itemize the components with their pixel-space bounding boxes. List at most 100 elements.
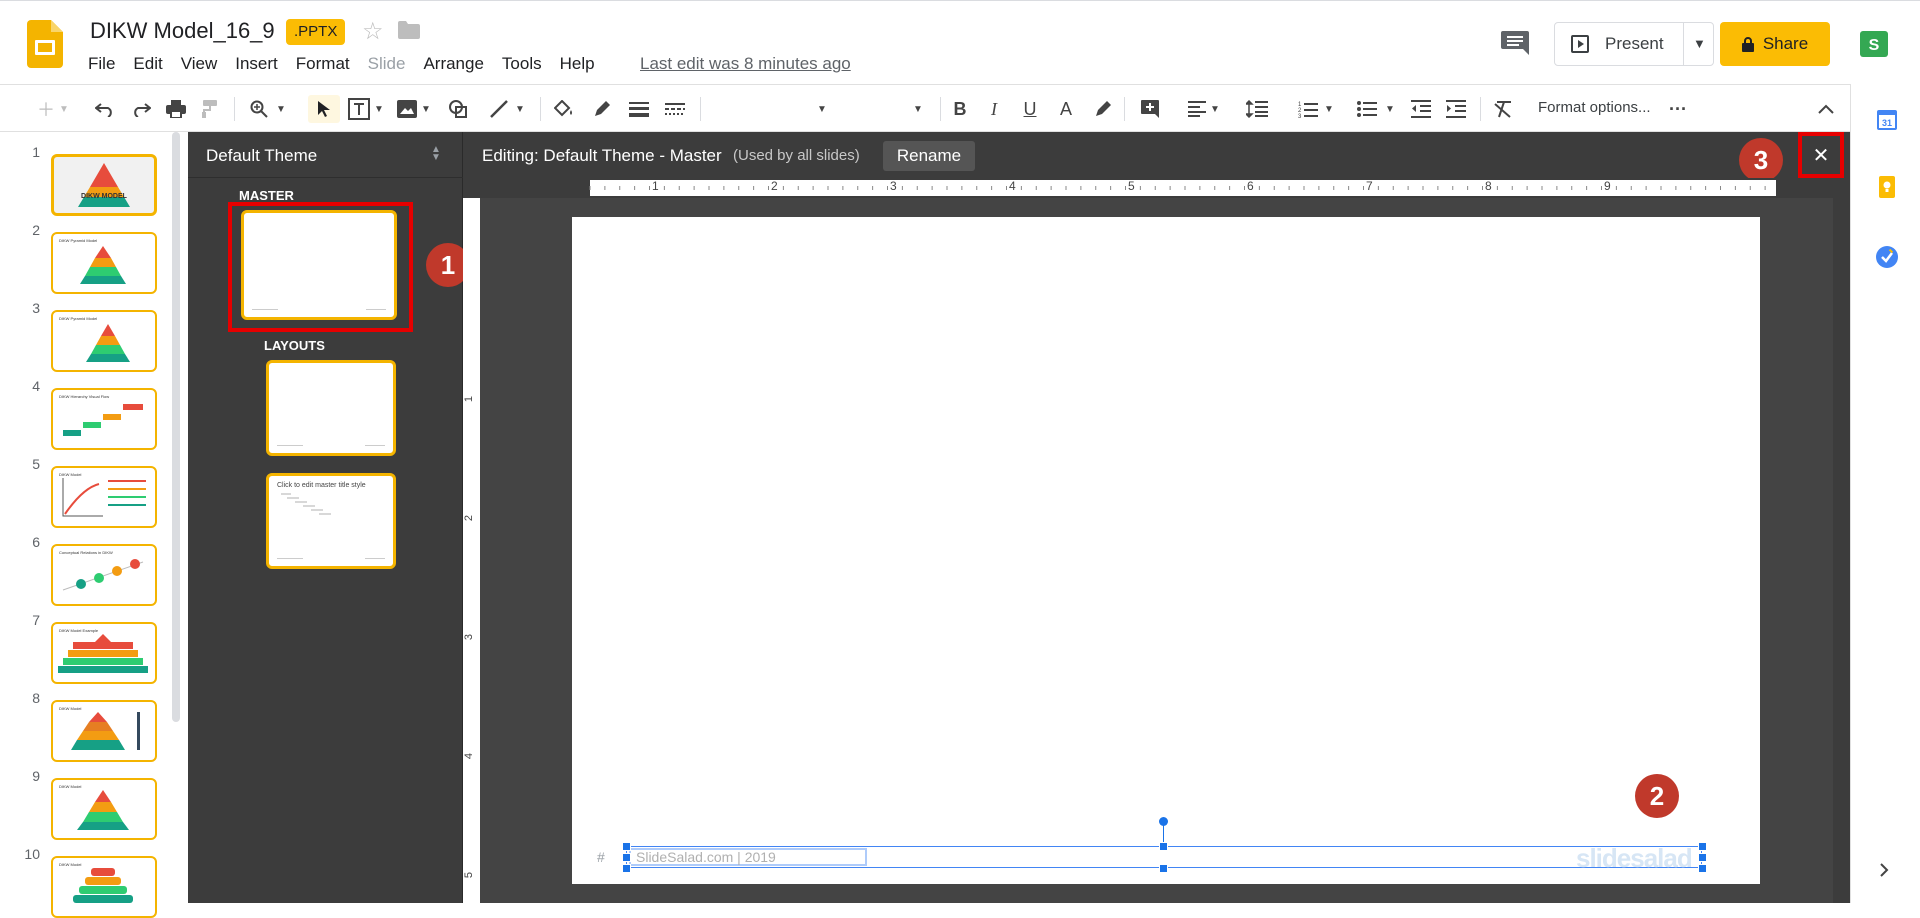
present-button[interactable]: Present — [1555, 23, 1683, 65]
document-title[interactable]: DIKW Model_16_9 — [90, 18, 275, 44]
comments-icon[interactable] — [1500, 29, 1530, 57]
rotate-handle[interactable] — [1159, 817, 1168, 826]
rename-button[interactable]: Rename — [883, 141, 975, 171]
slide-number-placeholder[interactable]: # — [597, 849, 605, 865]
present-dropdown-icon[interactable]: ▼ — [1693, 36, 1706, 51]
italic-icon[interactable]: I — [982, 95, 1006, 123]
slide-thumbnail[interactable]: DIKW Hierarchy Visual Flow — [51, 388, 157, 450]
resize-handle[interactable] — [622, 842, 631, 851]
expand-panel-icon[interactable] — [1879, 862, 1889, 878]
resize-handle[interactable] — [622, 853, 631, 862]
decrease-indent-icon[interactable] — [1408, 95, 1434, 123]
font-size-dropdown-icon[interactable]: ▼ — [908, 95, 928, 123]
menu-edit[interactable]: Edit — [133, 54, 162, 74]
zoom-icon[interactable]: ▼ — [245, 95, 291, 123]
bulleted-list-icon[interactable]: ▼ — [1353, 95, 1399, 123]
resize-handle[interactable] — [622, 864, 631, 873]
format-options-button[interactable]: Format options... — [1538, 99, 1651, 116]
print-icon[interactable] — [163, 95, 189, 123]
new-slide-button[interactable]: ＋ ▼ — [34, 95, 72, 123]
resize-handle[interactable] — [1159, 864, 1168, 873]
slide-item[interactable]: 10 DIKW Model — [0, 846, 188, 918]
menu-slide[interactable]: Slide — [368, 54, 406, 74]
bold-icon[interactable]: B — [948, 95, 972, 123]
star-icon[interactable]: ☆ — [362, 17, 384, 46]
shape-icon[interactable] — [444, 95, 472, 123]
border-dash-icon[interactable] — [662, 95, 688, 123]
paint-format-icon[interactable] — [197, 95, 223, 123]
redo-icon[interactable] — [128, 95, 154, 123]
footer-text-placeholder[interactable]: SlideSalad.com | 2019 — [629, 848, 867, 866]
horizontal-ruler[interactable]: 1 2 3 4 5 6 7 8 9 — [480, 178, 1833, 198]
share-button[interactable]: Share — [1720, 22, 1830, 66]
collapse-toolbar-icon[interactable] — [1812, 95, 1840, 123]
resize-handle[interactable] — [1698, 842, 1707, 851]
calendar-icon[interactable]: 31 — [1877, 108, 1897, 130]
layout-thumbnail[interactable] — [266, 360, 396, 456]
text-color-icon[interactable]: A — [1054, 95, 1078, 123]
menu-view[interactable]: View — [181, 54, 218, 74]
filmstrip-scrollbar[interactable] — [172, 132, 180, 722]
insert-comment-icon[interactable] — [1137, 95, 1163, 123]
select-tool-icon[interactable] — [308, 95, 340, 123]
slide-item[interactable]: 9 DIKW Model — [0, 768, 188, 840]
undo-icon[interactable] — [92, 95, 118, 123]
slide-thumbnail[interactable]: Conceptual Relations in DIKW — [51, 544, 157, 606]
slides-logo-icon[interactable] — [27, 20, 63, 68]
underline-icon[interactable]: U — [1018, 95, 1042, 123]
line-icon[interactable]: ▼ — [484, 95, 530, 123]
resize-handle[interactable] — [1698, 853, 1707, 862]
align-icon[interactable]: ▼ — [1184, 95, 1224, 123]
slide-thumbnail[interactable]: DIKW Model — [51, 856, 157, 918]
numbered-list-icon[interactable]: 123 ▼ — [1294, 95, 1338, 123]
slide-item[interactable]: 6 Conceptual Relations in DIKW — [0, 534, 188, 606]
slide-number: 1 — [32, 144, 40, 160]
master-slide-canvas[interactable]: # SlideSalad.com | 2019 slidesalad 2 — [572, 217, 1760, 884]
tasks-icon[interactable] — [1876, 246, 1898, 268]
menu-tools[interactable]: Tools — [502, 54, 542, 74]
slide-thumbnail[interactable]: DIKW Pyramid Model — [51, 310, 157, 372]
menu-help[interactable]: Help — [560, 54, 595, 74]
slide-thumbnail[interactable]: DIKW Model — [51, 700, 157, 762]
resize-handle[interactable] — [1698, 864, 1707, 873]
slide-item[interactable]: 8 DIKW Model — [0, 690, 188, 762]
border-color-icon[interactable] — [589, 95, 615, 123]
font-dropdown-icon[interactable]: ▼ — [812, 95, 832, 123]
slide-thumbnail[interactable]: DIKW Pyramid Model — [51, 232, 157, 294]
line-spacing-icon[interactable] — [1243, 95, 1271, 123]
slide-thumbnail[interactable]: DIKW Model Example — [51, 622, 157, 684]
theme-selector[interactable]: Default Theme ▲ ▼ — [188, 132, 463, 178]
slide-item[interactable]: 1 DIKW MODEL — [0, 144, 188, 216]
slide-item[interactable]: 7 DIKW Model Example — [0, 612, 188, 684]
slide-item[interactable]: 4 DIKW Hierarchy Visual Flow — [0, 378, 188, 450]
slide-thumbnail[interactable]: DIKW MODEL — [51, 154, 157, 216]
slide-item[interactable]: 2 DIKW Pyramid Model — [0, 222, 188, 294]
slide-thumbnail[interactable]: DIKW Model — [51, 466, 157, 528]
slide-item[interactable]: 3 DIKW Pyramid Model — [0, 300, 188, 372]
slide-thumbnail[interactable]: DIKW Model — [51, 778, 157, 840]
keep-icon[interactable] — [1879, 176, 1895, 198]
fill-color-icon[interactable] — [551, 95, 577, 123]
image-icon[interactable]: ▼ — [394, 95, 434, 123]
menu-insert[interactable]: Insert — [235, 54, 278, 74]
close-master-button[interactable]: ✕ — [1798, 132, 1844, 178]
highlight-color-icon[interactable] — [1090, 95, 1116, 123]
more-options-icon[interactable]: ··· — [1664, 95, 1692, 123]
folder-icon[interactable] — [398, 21, 420, 39]
slide-item[interactable]: 5 DIKW Model — [0, 456, 188, 528]
master-thumbnail[interactable] — [241, 210, 397, 320]
menu-file[interactable]: File — [88, 54, 115, 74]
menu-arrange[interactable]: Arrange — [423, 54, 483, 74]
theme-dropdown-icon[interactable]: ▲ ▼ — [431, 145, 441, 163]
border-weight-icon[interactable] — [626, 95, 652, 123]
sheets-addon-icon[interactable]: S — [1860, 31, 1888, 57]
menu-format[interactable]: Format — [296, 54, 350, 74]
toolbar-divider — [1124, 97, 1125, 121]
text-box-icon[interactable]: ▼ — [346, 95, 386, 123]
vertical-ruler[interactable]: 1 2 3 4 5 — [463, 198, 480, 903]
last-edit-link[interactable]: Last edit was 8 minutes ago — [640, 54, 851, 74]
clear-formatting-icon[interactable] — [1490, 95, 1516, 123]
resize-handle[interactable] — [1159, 842, 1168, 851]
increase-indent-icon[interactable] — [1443, 95, 1469, 123]
layout-thumbnail[interactable]: Click to edit master title style — [266, 473, 396, 569]
